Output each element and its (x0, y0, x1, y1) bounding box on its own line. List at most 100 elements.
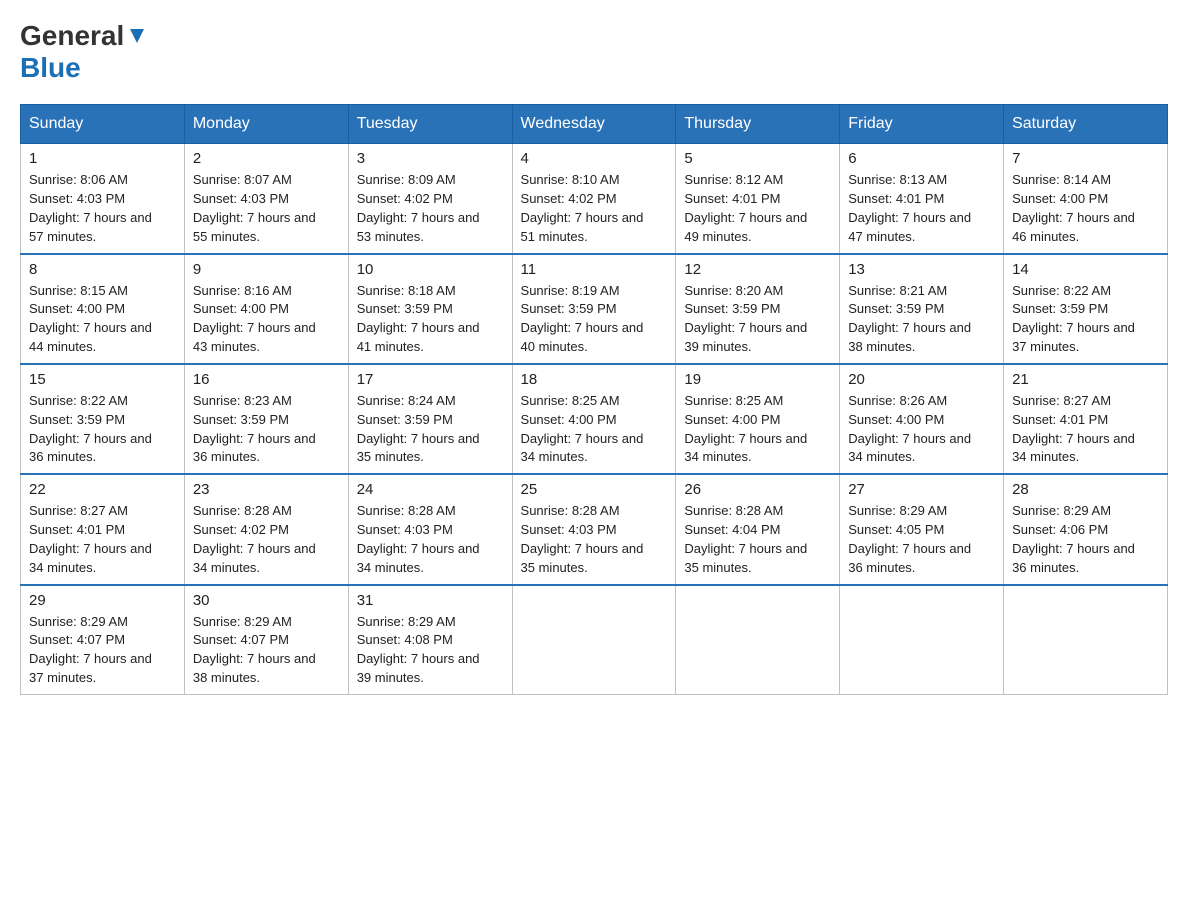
day-number: 25 (521, 481, 668, 498)
calendar-cell: 3 Sunrise: 8:09 AMSunset: 4:02 PMDaylight… (348, 144, 512, 254)
day-number: 19 (684, 371, 831, 388)
day-info: Sunrise: 8:18 AMSunset: 3:59 PMDaylight:… (357, 282, 504, 357)
logo: General Blue (20, 20, 146, 84)
calendar-cell: 17 Sunrise: 8:24 AMSunset: 3:59 PMDayligh… (348, 364, 512, 474)
calendar-cell: 20 Sunrise: 8:26 AMSunset: 4:00 PMDayligh… (840, 364, 1004, 474)
day-number: 15 (29, 371, 176, 388)
calendar-header-monday: Monday (184, 105, 348, 144)
calendar-cell: 2 Sunrise: 8:07 AMSunset: 4:03 PMDaylight… (184, 144, 348, 254)
calendar-header-row: SundayMondayTuesdayWednesdayThursdayFrid… (21, 105, 1168, 144)
day-number: 13 (848, 261, 995, 278)
day-number: 23 (193, 481, 340, 498)
day-info: Sunrise: 8:28 AMSunset: 4:03 PMDaylight:… (357, 502, 504, 577)
day-number: 31 (357, 592, 504, 609)
calendar-cell (1004, 585, 1168, 695)
calendar-cell: 14 Sunrise: 8:22 AMSunset: 3:59 PMDayligh… (1004, 254, 1168, 364)
day-number: 4 (521, 150, 668, 167)
calendar-header-wednesday: Wednesday (512, 105, 676, 144)
day-number: 17 (357, 371, 504, 388)
day-info: Sunrise: 8:19 AMSunset: 3:59 PMDaylight:… (521, 282, 668, 357)
calendar-cell: 26 Sunrise: 8:28 AMSunset: 4:04 PMDayligh… (676, 474, 840, 584)
day-info: Sunrise: 8:15 AMSunset: 4:00 PMDaylight:… (29, 282, 176, 357)
calendar-cell: 18 Sunrise: 8:25 AMSunset: 4:00 PMDayligh… (512, 364, 676, 474)
page-header: General Blue (20, 20, 1168, 84)
calendar-cell: 15Sunrise: 8:22 AMSunset: 3:59 PMDayligh… (21, 364, 185, 474)
day-number: 14 (1012, 261, 1159, 278)
day-number: 27 (848, 481, 995, 498)
day-info: Sunrise: 8:28 AMSunset: 4:03 PMDaylight:… (521, 502, 668, 577)
day-info: Sunrise: 8:07 AMSunset: 4:03 PMDaylight:… (193, 171, 340, 246)
calendar-week-row: 1 Sunrise: 8:06 AMSunset: 4:03 PMDaylight… (21, 144, 1168, 254)
calendar-cell: 1 Sunrise: 8:06 AMSunset: 4:03 PMDaylight… (21, 144, 185, 254)
calendar-cell: 5 Sunrise: 8:12 AMSunset: 4:01 PMDaylight… (676, 144, 840, 254)
day-number: 1 (29, 150, 176, 167)
day-info: Sunrise: 8:25 AMSunset: 4:00 PMDaylight:… (684, 392, 831, 467)
day-number: 21 (1012, 371, 1159, 388)
day-number: 5 (684, 150, 831, 167)
calendar-cell: 21 Sunrise: 8:27 AMSunset: 4:01 PMDayligh… (1004, 364, 1168, 474)
calendar-cell: 19 Sunrise: 8:25 AMSunset: 4:00 PMDayligh… (676, 364, 840, 474)
day-info: Sunrise: 8:20 AMSunset: 3:59 PMDaylight:… (684, 282, 831, 357)
calendar-header-friday: Friday (840, 105, 1004, 144)
day-number: 26 (684, 481, 831, 498)
day-info: Sunrise: 8:28 AMSunset: 4:04 PMDaylight:… (684, 502, 831, 577)
calendar-cell: 27 Sunrise: 8:29 AMSunset: 4:05 PMDayligh… (840, 474, 1004, 584)
day-info: Sunrise: 8:12 AMSunset: 4:01 PMDaylight:… (684, 171, 831, 246)
calendar-cell: 31 Sunrise: 8:29 AMSunset: 4:08 PMDayligh… (348, 585, 512, 695)
calendar-cell: 8 Sunrise: 8:15 AMSunset: 4:00 PMDaylight… (21, 254, 185, 364)
calendar-cell: 4 Sunrise: 8:10 AMSunset: 4:02 PMDaylight… (512, 144, 676, 254)
day-info: Sunrise: 8:23 AMSunset: 3:59 PMDaylight:… (193, 392, 340, 467)
calendar-cell: 10 Sunrise: 8:18 AMSunset: 3:59 PMDayligh… (348, 254, 512, 364)
day-info: Sunrise: 8:16 AMSunset: 4:00 PMDaylight:… (193, 282, 340, 357)
day-info: Sunrise: 8:26 AMSunset: 4:00 PMDaylight:… (848, 392, 995, 467)
calendar-cell: 23 Sunrise: 8:28 AMSunset: 4:02 PMDayligh… (184, 474, 348, 584)
calendar-week-row: 29 Sunrise: 8:29 AMSunset: 4:07 PMDayligh… (21, 585, 1168, 695)
day-info: Sunrise: 8:21 AMSunset: 3:59 PMDaylight:… (848, 282, 995, 357)
calendar-cell: 22 Sunrise: 8:27 AMSunset: 4:01 PMDayligh… (21, 474, 185, 584)
calendar-header-sunday: Sunday (21, 105, 185, 144)
day-number: 10 (357, 261, 504, 278)
logo-blue-text: Blue (20, 52, 81, 83)
day-number: 28 (1012, 481, 1159, 498)
day-info: Sunrise: 8:14 AMSunset: 4:00 PMDaylight:… (1012, 171, 1159, 246)
day-info: Sunrise: 8:27 AMSunset: 4:01 PMDaylight:… (29, 502, 176, 577)
day-number: 8 (29, 261, 176, 278)
calendar-cell: 28Sunrise: 8:29 AMSunset: 4:06 PMDayligh… (1004, 474, 1168, 584)
day-number: 9 (193, 261, 340, 278)
day-number: 7 (1012, 150, 1159, 167)
day-number: 12 (684, 261, 831, 278)
calendar-cell: 29Sunrise: 8:29 AMSunset: 4:07 PMDayligh… (21, 585, 185, 695)
day-number: 18 (521, 371, 668, 388)
day-number: 11 (521, 261, 668, 278)
calendar-cell (512, 585, 676, 695)
calendar-cell: 11 Sunrise: 8:19 AMSunset: 3:59 PMDayligh… (512, 254, 676, 364)
calendar-header-saturday: Saturday (1004, 105, 1168, 144)
day-info: Sunrise: 8:22 AMSunset: 3:59 PMDaylight:… (1012, 282, 1159, 357)
day-info: Sunrise: 8:09 AMSunset: 4:02 PMDaylight:… (357, 171, 504, 246)
day-number: 20 (848, 371, 995, 388)
day-number: 22 (29, 481, 176, 498)
day-info: Sunrise: 8:29 AMSunset: 4:05 PMDaylight:… (848, 502, 995, 577)
day-info: Sunrise: 8:10 AMSunset: 4:02 PMDaylight:… (521, 171, 668, 246)
day-number: 2 (193, 150, 340, 167)
day-info: Sunrise: 8:29 AMSunset: 4:08 PMDaylight:… (357, 613, 504, 688)
calendar-header-tuesday: Tuesday (348, 105, 512, 144)
day-info: Sunrise: 8:28 AMSunset: 4:02 PMDaylight:… (193, 502, 340, 577)
calendar-cell (840, 585, 1004, 695)
day-info: Sunrise: 8:25 AMSunset: 4:00 PMDaylight:… (521, 392, 668, 467)
day-info: Sunrise: 8:06 AMSunset: 4:03 PMDaylight:… (29, 171, 176, 246)
calendar-table: SundayMondayTuesdayWednesdayThursdayFrid… (20, 104, 1168, 695)
day-number: 29 (29, 592, 176, 609)
day-info: Sunrise: 8:24 AMSunset: 3:59 PMDaylight:… (357, 392, 504, 467)
day-info: Sunrise: 8:29 AMSunset: 4:07 PMDaylight:… (193, 613, 340, 688)
calendar-week-row: 15Sunrise: 8:22 AMSunset: 3:59 PMDayligh… (21, 364, 1168, 474)
day-number: 30 (193, 592, 340, 609)
calendar-cell: 24Sunrise: 8:28 AMSunset: 4:03 PMDayligh… (348, 474, 512, 584)
calendar-cell: 6Sunrise: 8:13 AMSunset: 4:01 PMDaylight… (840, 144, 1004, 254)
calendar-cell: 30 Sunrise: 8:29 AMSunset: 4:07 PMDayligh… (184, 585, 348, 695)
day-info: Sunrise: 8:27 AMSunset: 4:01 PMDaylight:… (1012, 392, 1159, 467)
calendar-cell (676, 585, 840, 695)
day-number: 3 (357, 150, 504, 167)
calendar-cell: 9 Sunrise: 8:16 AMSunset: 4:00 PMDaylight… (184, 254, 348, 364)
day-number: 6 (848, 150, 995, 167)
